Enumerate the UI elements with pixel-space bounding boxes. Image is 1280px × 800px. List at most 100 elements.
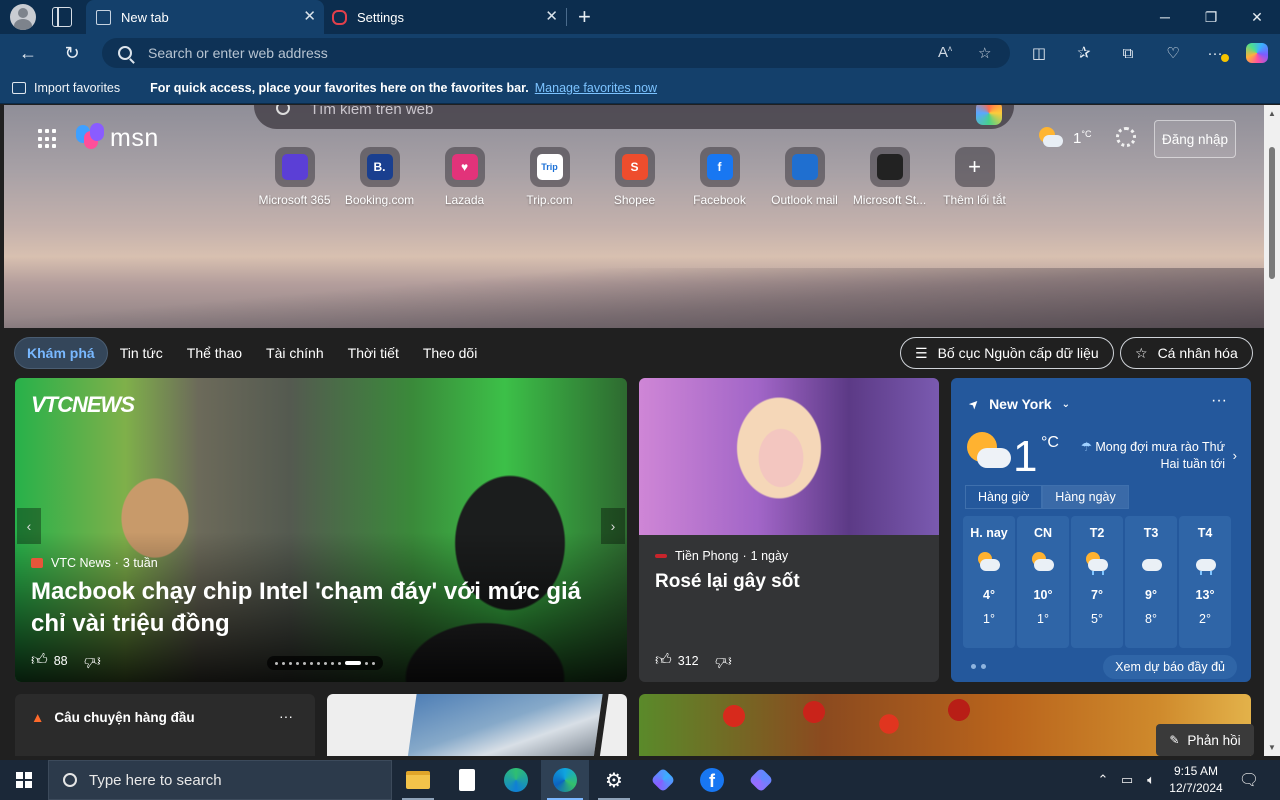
main-story-headline[interactable]: Macbook chạy chip Intel 'chạm đáy' với m… xyxy=(31,576,611,640)
restore-button[interactable]: ❐ xyxy=(1188,0,1234,34)
top-stories-card[interactable]: ▲ Câu chuyện hàng đầu ··· xyxy=(15,694,315,756)
taskbar-search[interactable]: Type here to search xyxy=(48,760,392,800)
close-window-button[interactable]: ✕ xyxy=(1234,0,1280,34)
forecast-note[interactable]: ☂ Mong đợi mưa rào Thứ Hai tuần tới xyxy=(1075,439,1225,473)
weather-tab-0[interactable]: Hàng giờ xyxy=(965,485,1043,509)
rose-story-card[interactable]: Tiền Phong · 1 ngày Rosé lại gây sốt 👍︎ … xyxy=(639,378,939,682)
copilot-alt-icon[interactable] xyxy=(737,760,785,800)
feed-tab-4[interactable]: Thời tiết xyxy=(336,337,411,369)
shortcut-tile[interactable]: Trip xyxy=(529,147,570,187)
back-icon[interactable]: ← xyxy=(10,34,46,72)
shortcut-tile[interactable]: + xyxy=(954,147,995,187)
new-tab-button[interactable]: + xyxy=(578,4,591,30)
address-input[interactable] xyxy=(148,45,1010,61)
settings-icon[interactable]: ⚙ xyxy=(590,760,638,800)
shortcut-tile[interactable]: f xyxy=(699,147,740,187)
feed-tab-2[interactable]: Thể thao xyxy=(175,337,254,369)
split-screen-icon[interactable]: ◫ xyxy=(1021,34,1057,72)
favorites-icon[interactable]: ✰ xyxy=(1066,34,1102,72)
feed-tab-0[interactable]: Khám phá xyxy=(14,337,108,369)
notifications-icon[interactable]: 🗨︎ xyxy=(1234,760,1264,800)
shortcut-8[interactable]: + Thêm lối tắt xyxy=(932,147,1017,207)
shortcut-0[interactable]: Microsoft 365 xyxy=(252,147,337,207)
full-forecast-button[interactable]: Xem dự báo đầy đủ xyxy=(1103,655,1237,679)
shortcut-tile[interactable]: B. xyxy=(359,147,400,187)
forecast-day[interactable]: H. nay 4° 1° xyxy=(963,516,1015,648)
personalize-button[interactable]: ☆ Cá nhân hóa xyxy=(1120,337,1253,369)
sign-in-button[interactable]: Đăng nhập xyxy=(1154,120,1236,158)
close-tab-icon[interactable]: ✕ xyxy=(545,9,558,25)
network-icon[interactable]: ▭ xyxy=(1116,760,1138,800)
page-settings-gear-icon[interactable] xyxy=(1116,127,1136,147)
tab-settings[interactable]: Settings ✕ xyxy=(326,0,566,34)
shortcut-tile[interactable] xyxy=(274,147,315,187)
second-story-headline[interactable]: Rosé lại gây sốt xyxy=(655,571,800,593)
forecast-day[interactable]: T3 9° 8° xyxy=(1125,516,1177,648)
copilot-icon[interactable] xyxy=(639,760,687,800)
like-icon[interactable]: 👍︎ xyxy=(655,651,672,670)
browser-essentials-icon[interactable]: ♡ xyxy=(1155,34,1191,72)
laptop-story-card[interactable] xyxy=(327,694,627,756)
system-clock[interactable]: 9:15 AM 12/7/2024 xyxy=(1166,763,1226,797)
profile-avatar[interactable] xyxy=(10,4,36,30)
close-tab-icon[interactable]: ✕ xyxy=(303,9,316,25)
scroll-up-icon[interactable]: ▲ xyxy=(1267,109,1277,118)
msn-logo[interactable]: msn xyxy=(76,123,159,153)
like-icon[interactable]: 👍︎ xyxy=(31,651,48,670)
notepad-icon[interactable] xyxy=(443,760,491,800)
tab-actions-icon[interactable] xyxy=(52,7,72,27)
shortcut-tile[interactable] xyxy=(784,147,825,187)
shortcut-tile[interactable] xyxy=(869,147,910,187)
shortcut-5[interactable]: f Facebook xyxy=(677,147,762,207)
shortcut-tile[interactable]: S xyxy=(614,147,655,187)
scroll-thumb[interactable] xyxy=(1269,147,1275,279)
facebook-icon[interactable]: f xyxy=(688,760,736,800)
feed-tab-3[interactable]: Tài chính xyxy=(254,337,336,369)
shortcut-2[interactable]: ♥ Lazada xyxy=(422,147,507,207)
web-search-box[interactable]: Tìm kiếm trên web xyxy=(254,105,1014,129)
page-scrollbar[interactable]: ▲ ▼ xyxy=(1264,105,1280,756)
feed-tab-1[interactable]: Tin tức xyxy=(108,337,175,369)
header-weather[interactable]: 1 °C xyxy=(1037,127,1091,149)
read-aloud-icon[interactable]: Aʌ xyxy=(938,44,952,61)
shortcut-4[interactable]: S Shopee xyxy=(592,147,677,207)
show-hidden-icons[interactable]: ⌃ xyxy=(1094,760,1112,800)
weather-tab-1[interactable]: Hàng ngày xyxy=(1042,485,1129,509)
edge-icon[interactable] xyxy=(541,760,589,800)
shortcut-tile[interactable]: ♥ xyxy=(444,147,485,187)
file-explorer-icon[interactable] xyxy=(394,760,442,800)
feed-layout-button[interactable]: ☰ Bố cục Nguồn cấp dữ liệu xyxy=(900,337,1114,369)
feed-tab-5[interactable]: Theo dõi xyxy=(411,337,489,369)
favorite-star-icon[interactable]: ☆ xyxy=(978,44,991,62)
carousel-dots[interactable] xyxy=(267,656,383,670)
carousel-next-icon[interactable]: › xyxy=(601,508,625,544)
copilot-icon[interactable] xyxy=(1246,43,1268,63)
weather-pager[interactable] xyxy=(971,664,986,669)
collections-icon[interactable]: ⧉ xyxy=(1110,34,1146,72)
minimize-button[interactable]: ─ xyxy=(1142,0,1188,34)
forecast-day[interactable]: T4 13° 2° xyxy=(1179,516,1231,648)
edge-dev-icon[interactable] xyxy=(492,760,540,800)
tab-new-tab[interactable]: New tab ✕ xyxy=(86,0,324,34)
start-button[interactable] xyxy=(0,760,48,800)
shortcut-6[interactable]: Outlook mail xyxy=(762,147,847,207)
dislike-icon[interactable]: 👍︎ xyxy=(715,651,732,670)
dislike-icon[interactable]: 👍︎ xyxy=(84,651,101,670)
refresh-icon[interactable]: ↻ xyxy=(54,34,90,72)
scroll-down-icon[interactable]: ▼ xyxy=(1267,743,1277,752)
bing-visual-search-icon[interactable] xyxy=(976,105,1002,125)
shortcut-3[interactable]: Trip Trip.com xyxy=(507,147,592,207)
feedback-button[interactable]: ✎ Phản hồi xyxy=(1156,724,1254,756)
manage-favorites-link[interactable]: Manage favorites now xyxy=(535,81,657,95)
import-favorites-button[interactable]: Import favorites xyxy=(12,81,120,95)
main-story-card[interactable]: VTCNEWS ‹ › VTC News · 3 tuần Macbook ch… xyxy=(15,378,627,682)
address-bar[interactable]: Aʌ ☆ xyxy=(102,38,1010,68)
forecast-day[interactable]: T2 7° 5° xyxy=(1071,516,1123,648)
more-menu-icon[interactable]: ··· xyxy=(1200,34,1236,72)
app-launcher-icon[interactable] xyxy=(38,129,58,149)
shortcut-1[interactable]: B. Booking.com xyxy=(337,147,422,207)
weather-card[interactable]: ➤ New York ⌄ ··· 1 °C ☂ Mong đợi mưa rào… xyxy=(951,378,1251,682)
forecast-day[interactable]: CN 10° 1° xyxy=(1017,516,1069,648)
weather-more-icon[interactable]: ··· xyxy=(1211,392,1227,410)
chevron-right-icon[interactable]: › xyxy=(1233,448,1237,463)
